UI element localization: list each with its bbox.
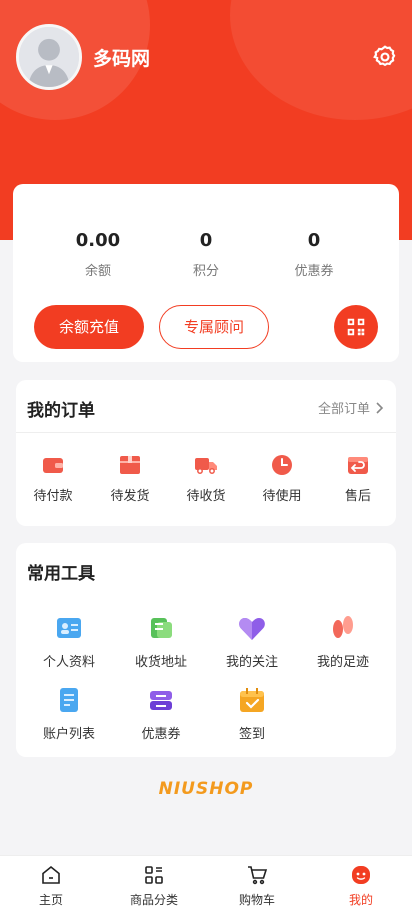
stat-coupons[interactable]: 0 优惠券 xyxy=(264,230,364,279)
advisor-button[interactable]: 专属顾问 xyxy=(159,305,269,349)
package-icon xyxy=(118,453,142,477)
account-list-icon xyxy=(54,685,84,715)
tool-coupon[interactable]: 优惠券 xyxy=(121,685,201,742)
tool-label: 优惠券 xyxy=(141,727,181,742)
tab-label: 购物车 xyxy=(238,893,275,907)
balance-card: 0.00 余额 0 积分 0 优惠券 余额充值 专属顾问 xyxy=(13,184,399,362)
bottom-tab-bar: 主页 商品分类 购物车 我的 xyxy=(0,855,412,915)
points-value: 0 xyxy=(199,230,213,251)
tool-label: 签到 xyxy=(238,727,265,742)
brand-logo: NIUSHOP xyxy=(158,779,254,799)
username[interactable]: 多码网 xyxy=(93,44,150,71)
order-pending-use[interactable]: 待使用 xyxy=(249,453,315,504)
tool-label: 我的足迹 xyxy=(316,655,369,670)
tab-home[interactable]: 主页 xyxy=(11,864,91,908)
tab-category[interactable]: 商品分类 xyxy=(114,864,194,908)
order-label: 待付款 xyxy=(33,489,73,504)
tab-label: 主页 xyxy=(38,893,63,907)
tool-sign-in[interactable]: 签到 xyxy=(212,685,292,742)
my-icon xyxy=(350,864,372,886)
avatar-placeholder-icon xyxy=(19,27,79,87)
order-label: 待使用 xyxy=(262,489,302,504)
cart-icon xyxy=(246,864,268,886)
order-label: 待发货 xyxy=(110,489,150,504)
tool-label: 账户列表 xyxy=(42,727,95,742)
tab-my[interactable]: 我的 xyxy=(321,864,401,908)
tools-title: 常用工具 xyxy=(27,564,95,584)
stat-points[interactable]: 0 积分 xyxy=(156,230,256,279)
tool-label: 我的关注 xyxy=(225,655,278,670)
tool-profile[interactable]: 个人资料 xyxy=(29,613,109,670)
return-icon xyxy=(346,453,370,477)
tab-label: 商品分类 xyxy=(129,893,178,907)
order-pending-shipment[interactable]: 待发货 xyxy=(97,453,163,504)
avatar[interactable] xyxy=(16,24,82,90)
tool-address[interactable]: 收货地址 xyxy=(121,613,201,670)
footprint-icon xyxy=(328,613,358,643)
settings-gear-icon[interactable] xyxy=(372,44,398,70)
stat-balance[interactable]: 0.00 余额 xyxy=(48,230,148,279)
tools-card: 常用工具 个人资料 收货地址 我的关注 我的足迹 账户列表 优惠券 签到 xyxy=(16,543,396,757)
category-icon xyxy=(143,864,165,886)
tab-cart[interactable]: 购物车 xyxy=(217,864,297,908)
orders-title: 我的订单 xyxy=(27,401,95,421)
tool-follow[interactable]: 我的关注 xyxy=(212,613,292,670)
qr-code-button[interactable] xyxy=(334,305,378,349)
tool-footprint[interactable]: 我的足迹 xyxy=(303,613,383,670)
qr-code-icon xyxy=(347,318,365,336)
profile-card-icon xyxy=(54,613,84,643)
order-after-sales[interactable]: 售后 xyxy=(325,453,391,504)
all-orders-label: 全部订单 xyxy=(317,402,370,417)
all-orders-link[interactable]: 全部订单 xyxy=(318,398,384,417)
balance-value: 0.00 xyxy=(75,230,121,251)
tool-account-list[interactable]: 账户列表 xyxy=(29,685,109,742)
coupons-value: 0 xyxy=(307,230,321,251)
coupons-label: 优惠券 xyxy=(294,264,334,279)
orders-card: 我的订单 全部订单 待付款 待发货 待收货 待使用 售后 xyxy=(16,380,396,526)
address-icon xyxy=(146,613,176,643)
balance-label: 余额 xyxy=(84,264,111,279)
truck-icon xyxy=(194,453,218,477)
order-pending-payment[interactable]: 待付款 xyxy=(20,453,86,504)
recharge-button[interactable]: 余额充值 xyxy=(34,305,144,349)
points-label: 积分 xyxy=(192,264,219,279)
order-label: 待收货 xyxy=(186,489,226,504)
tool-label: 个人资料 xyxy=(42,655,95,670)
divider xyxy=(16,432,396,433)
order-label: 售后 xyxy=(344,489,371,504)
wallet-icon xyxy=(41,453,65,477)
tab-label: 我的 xyxy=(348,893,373,907)
tool-label: 收货地址 xyxy=(134,655,187,670)
order-pending-receipt[interactable]: 待收货 xyxy=(173,453,239,504)
coupon-icon xyxy=(146,685,176,715)
home-icon xyxy=(40,864,62,886)
sign-in-icon xyxy=(237,685,267,715)
heart-icon xyxy=(237,613,267,643)
chevron-right-icon xyxy=(376,401,384,414)
clock-icon xyxy=(270,453,294,477)
